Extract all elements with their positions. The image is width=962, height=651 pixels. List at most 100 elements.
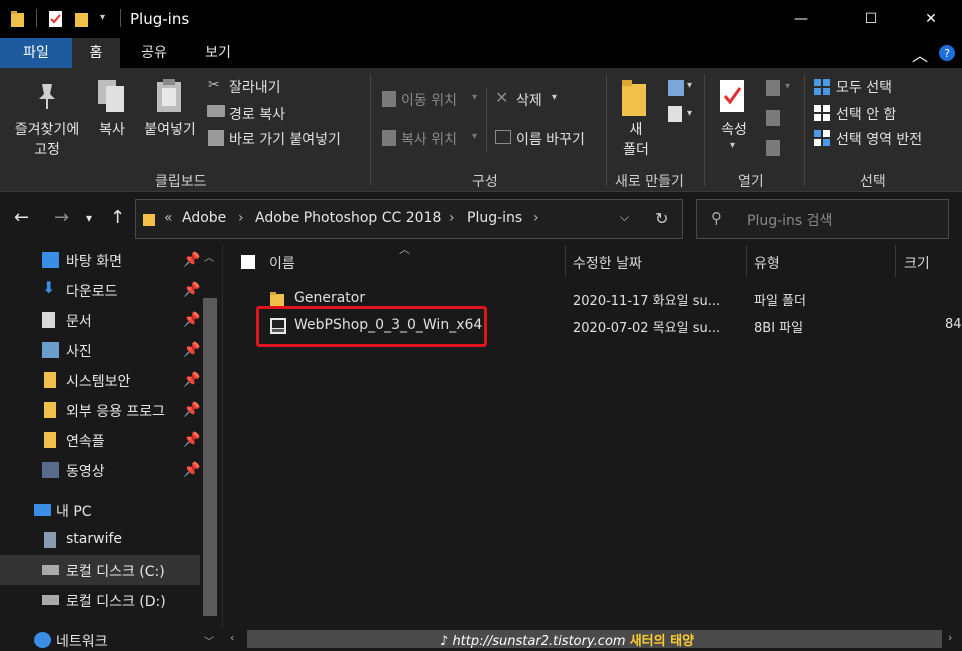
open-dropdown-icon[interactable]: ▾ <box>785 81 790 92</box>
select-all-checkbox[interactable] <box>241 255 255 269</box>
nav-item-downloads[interactable]: ⬇ 다운로드 📌 <box>0 275 200 305</box>
cut-button[interactable]: 잘라내기 <box>229 77 281 97</box>
column-size[interactable]: 크기 <box>904 253 930 273</box>
nav-item-continuous[interactable]: 연속플 📌 <box>0 425 200 455</box>
nav-item-pictures[interactable]: 사진 📌 <box>0 335 200 365</box>
new-folder-quick-icon[interactable] <box>74 10 90 28</box>
nav-item-drive-d[interactable]: 로컬 디스크 (D:) <box>0 585 200 615</box>
nav-item-documents[interactable]: 문서 📌 <box>0 305 200 335</box>
invert-selection-icon <box>814 130 830 146</box>
up-icon[interactable]: ↑ <box>110 207 125 228</box>
delete-dropdown-icon[interactable]: ▾ <box>552 92 557 103</box>
nav-item-external-apps[interactable]: 외부 응용 프로그 📌 <box>0 395 200 425</box>
breadcrumb-separator-icon[interactable]: › <box>449 210 455 226</box>
pin-icon[interactable]: 📌 <box>183 432 200 448</box>
maximize-button[interactable]: ☐ <box>848 0 894 38</box>
nav-item-network[interactable]: 네트워크 <box>0 625 200 651</box>
tab-file[interactable]: 파일 <box>0 38 72 68</box>
pin-icon[interactable]: 📌 <box>183 312 200 328</box>
highlight-annotation <box>256 306 487 347</box>
pin-label-1: 즐겨찾기에 <box>14 122 80 138</box>
copy-to-button[interactable]: 복사 위치 <box>401 129 457 149</box>
nav-label: 바탕 화면 <box>66 254 122 270</box>
scroll-up-icon[interactable]: ︿ <box>204 249 214 264</box>
search-box[interactable]: ⚲ Plug-ins 검색 <box>696 199 949 239</box>
easy-access-dropdown-icon[interactable]: ▾ <box>687 108 692 119</box>
nav-item-user[interactable]: starwife <box>0 525 200 555</box>
collapse-ribbon-icon[interactable]: ︿ <box>912 42 928 66</box>
select-all-button[interactable]: 모두 선택 <box>836 77 892 97</box>
delete-button[interactable]: 삭제 <box>516 90 542 110</box>
pin-icon[interactable]: 📌 <box>183 282 200 298</box>
file-name: Generator <box>294 290 366 306</box>
properties-dropdown-icon[interactable]: ▾ <box>730 140 735 151</box>
back-icon[interactable]: ← <box>14 207 29 228</box>
move-to-button[interactable]: 이동 위치 <box>401 90 457 110</box>
folder-icon <box>143 214 155 226</box>
forward-icon[interactable]: → <box>54 207 69 228</box>
nav-item-drive-c[interactable]: 로컬 디스크 (C:) <box>0 555 200 585</box>
pin-to-quick-access-button[interactable]: 즐겨찾기에 고정 <box>4 120 90 160</box>
copy-path-button[interactable]: 경로 복사 <box>229 104 285 124</box>
breadcrumb-photoshop[interactable]: Adobe Photoshop CC 2018 <box>255 210 441 226</box>
breadcrumb-prefix[interactable]: « <box>164 210 173 226</box>
column-modified[interactable]: 수정한 날짜 <box>573 253 642 273</box>
copy-button[interactable]: 복사 <box>90 120 134 140</box>
paste-shortcut-button[interactable]: 바로 가기 붙여넣기 <box>229 129 341 149</box>
search-placeholder: Plug-ins 검색 <box>747 213 833 229</box>
nav-label: 다운로드 <box>66 284 118 300</box>
edit-icon[interactable] <box>766 110 780 126</box>
copy-to-dropdown-icon[interactable]: ▾ <box>472 131 477 142</box>
breadcrumb-adobe[interactable]: Adobe <box>182 210 226 226</box>
address-bar[interactable]: « Adobe › Adobe Photoshop CC 2018 › Plug… <box>135 199 683 239</box>
close-icon: ✕ <box>925 11 937 27</box>
breadcrumb-separator-icon[interactable]: › <box>533 210 539 226</box>
address-dropdown-icon[interactable]: ⌵ <box>620 210 629 225</box>
nav-item-this-pc[interactable]: 내 PC <box>0 495 200 525</box>
nav-scroll-thumb[interactable] <box>203 298 217 616</box>
open-icon[interactable] <box>766 80 780 96</box>
document-icon <box>42 312 55 328</box>
tab-home[interactable]: 홈 <box>72 38 120 68</box>
refresh-icon[interactable]: ↻ <box>655 209 668 228</box>
navigation-pane: 바탕 화면 📌 ⬇ 다운로드 📌 문서 📌 사진 📌 시스템보안 📌 외부 응용… <box>0 245 222 651</box>
move-to-dropdown-icon[interactable]: ▾ <box>472 92 477 103</box>
properties-button[interactable]: 속성 <box>712 120 756 140</box>
scroll-down-icon[interactable]: ﹀ <box>204 633 214 648</box>
new-item-icon[interactable] <box>668 80 684 96</box>
select-none-button[interactable]: 선택 안 함 <box>836 104 896 124</box>
history-icon[interactable] <box>766 140 780 156</box>
close-button[interactable]: ✕ <box>908 0 954 38</box>
column-name[interactable]: 이름 <box>269 253 295 273</box>
breadcrumb-plugins[interactable]: Plug-ins <box>467 210 522 226</box>
tab-share[interactable]: 공유 <box>130 38 178 68</box>
invert-selection-button[interactable]: 선택 영역 반전 <box>836 129 922 149</box>
new-folder-label-1: 새 <box>629 122 643 138</box>
scroll-left-icon[interactable]: ‹ <box>230 631 234 644</box>
paste-button[interactable]: 붙여넣기 <box>138 120 202 140</box>
pin-icon[interactable]: 📌 <box>183 402 200 418</box>
help-icon[interactable]: ? <box>938 44 956 62</box>
easy-access-icon[interactable] <box>668 106 682 122</box>
pin-icon[interactable]: 📌 <box>183 372 200 388</box>
quick-access-dropdown-icon[interactable]: ▾ <box>100 12 105 23</box>
rename-button[interactable]: 이름 바꾸기 <box>516 129 585 149</box>
select-group-label: 선택 <box>860 174 886 190</box>
scroll-right-icon[interactable]: › <box>948 631 952 644</box>
nav-item-security[interactable]: 시스템보안 📌 <box>0 365 200 395</box>
pin-icon[interactable]: 📌 <box>183 462 200 478</box>
minimize-button[interactable]: — <box>778 0 824 38</box>
pin-icon[interactable]: 📌 <box>183 252 200 268</box>
delete-icon: ✕ <box>495 88 509 107</box>
nav-item-videos[interactable]: 동영상 📌 <box>0 455 200 485</box>
nav-item-desktop[interactable]: 바탕 화면 📌 <box>0 245 200 275</box>
recent-locations-icon[interactable]: ▾ <box>86 211 92 225</box>
new-folder-button[interactable]: 새 폴더 <box>616 120 656 160</box>
tab-view[interactable]: 보기 <box>194 38 242 68</box>
pin-icon[interactable]: 📌 <box>183 342 200 358</box>
breadcrumb-separator-icon[interactable]: › <box>238 210 244 226</box>
properties-quick-icon[interactable] <box>48 10 64 28</box>
column-type[interactable]: 유형 <box>754 253 780 273</box>
folder-icon <box>44 372 56 388</box>
new-item-dropdown-icon[interactable]: ▾ <box>687 80 692 91</box>
